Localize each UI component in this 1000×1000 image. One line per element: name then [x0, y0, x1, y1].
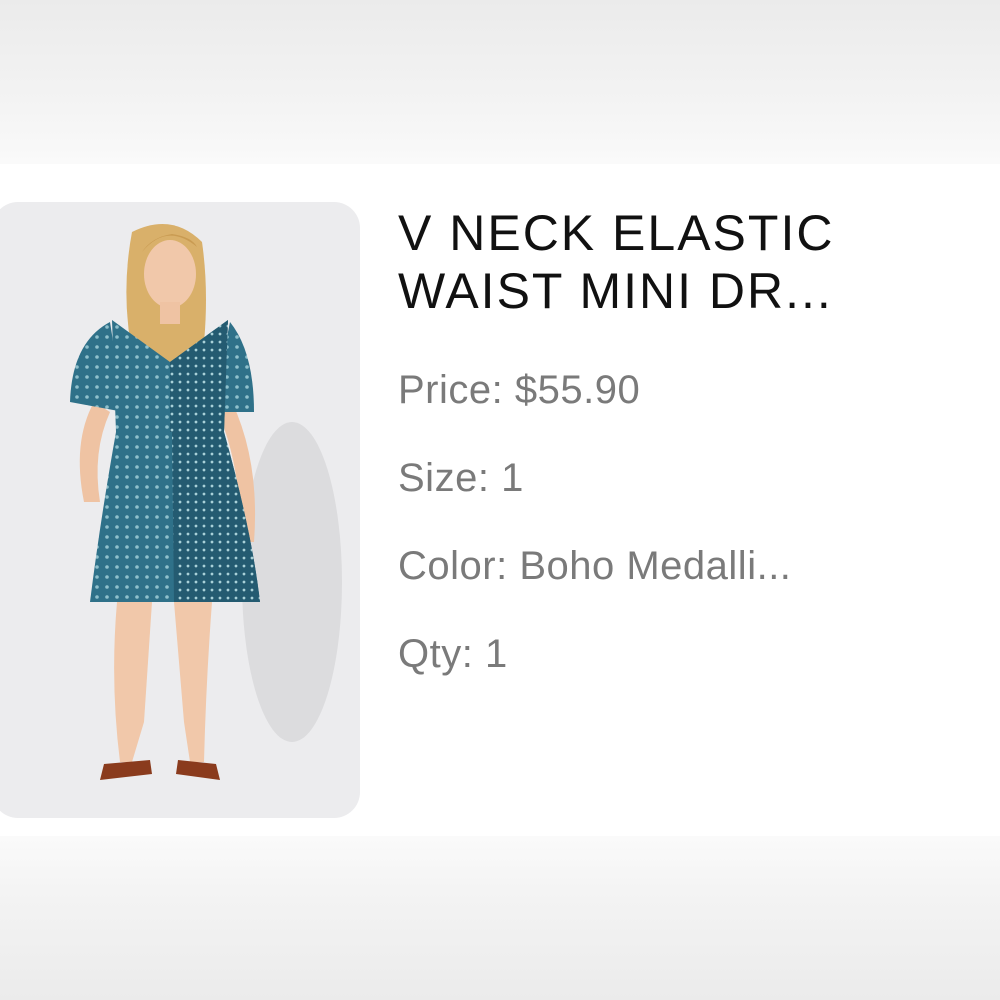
qty-value: 1 [484, 632, 508, 676]
dress-photo [70, 224, 342, 780]
qty-label: Qty: [398, 632, 474, 676]
order-item-card: V NECK ELASTIC WAIST MINI DR... Price: $… [0, 164, 1000, 836]
price-row: Price: $55.90 [398, 368, 998, 412]
size-value: 1 [501, 456, 524, 500]
product-title-line-1: V NECK ELASTIC [398, 205, 835, 261]
price-value: $55.90 [514, 368, 641, 412]
color-label: Color: [398, 544, 508, 588]
size-label: Size: [398, 456, 490, 500]
price-label: Price: [398, 368, 504, 412]
product-title[interactable]: V NECK ELASTIC WAIST MINI DR... [398, 204, 998, 320]
product-title-line-2: WAIST MINI DR... [398, 263, 833, 319]
color-value: Boho Medalli... [519, 544, 792, 588]
page: V NECK ELASTIC WAIST MINI DR... Price: $… [0, 0, 1000, 1000]
product-details: V NECK ELASTIC WAIST MINI DR... Price: $… [398, 204, 998, 676]
size-row: Size: 1 [398, 456, 998, 500]
product-image[interactable] [0, 202, 360, 818]
qty-row: Qty: 1 [398, 632, 998, 676]
color-row: Color: Boho Medalli... [398, 544, 998, 588]
